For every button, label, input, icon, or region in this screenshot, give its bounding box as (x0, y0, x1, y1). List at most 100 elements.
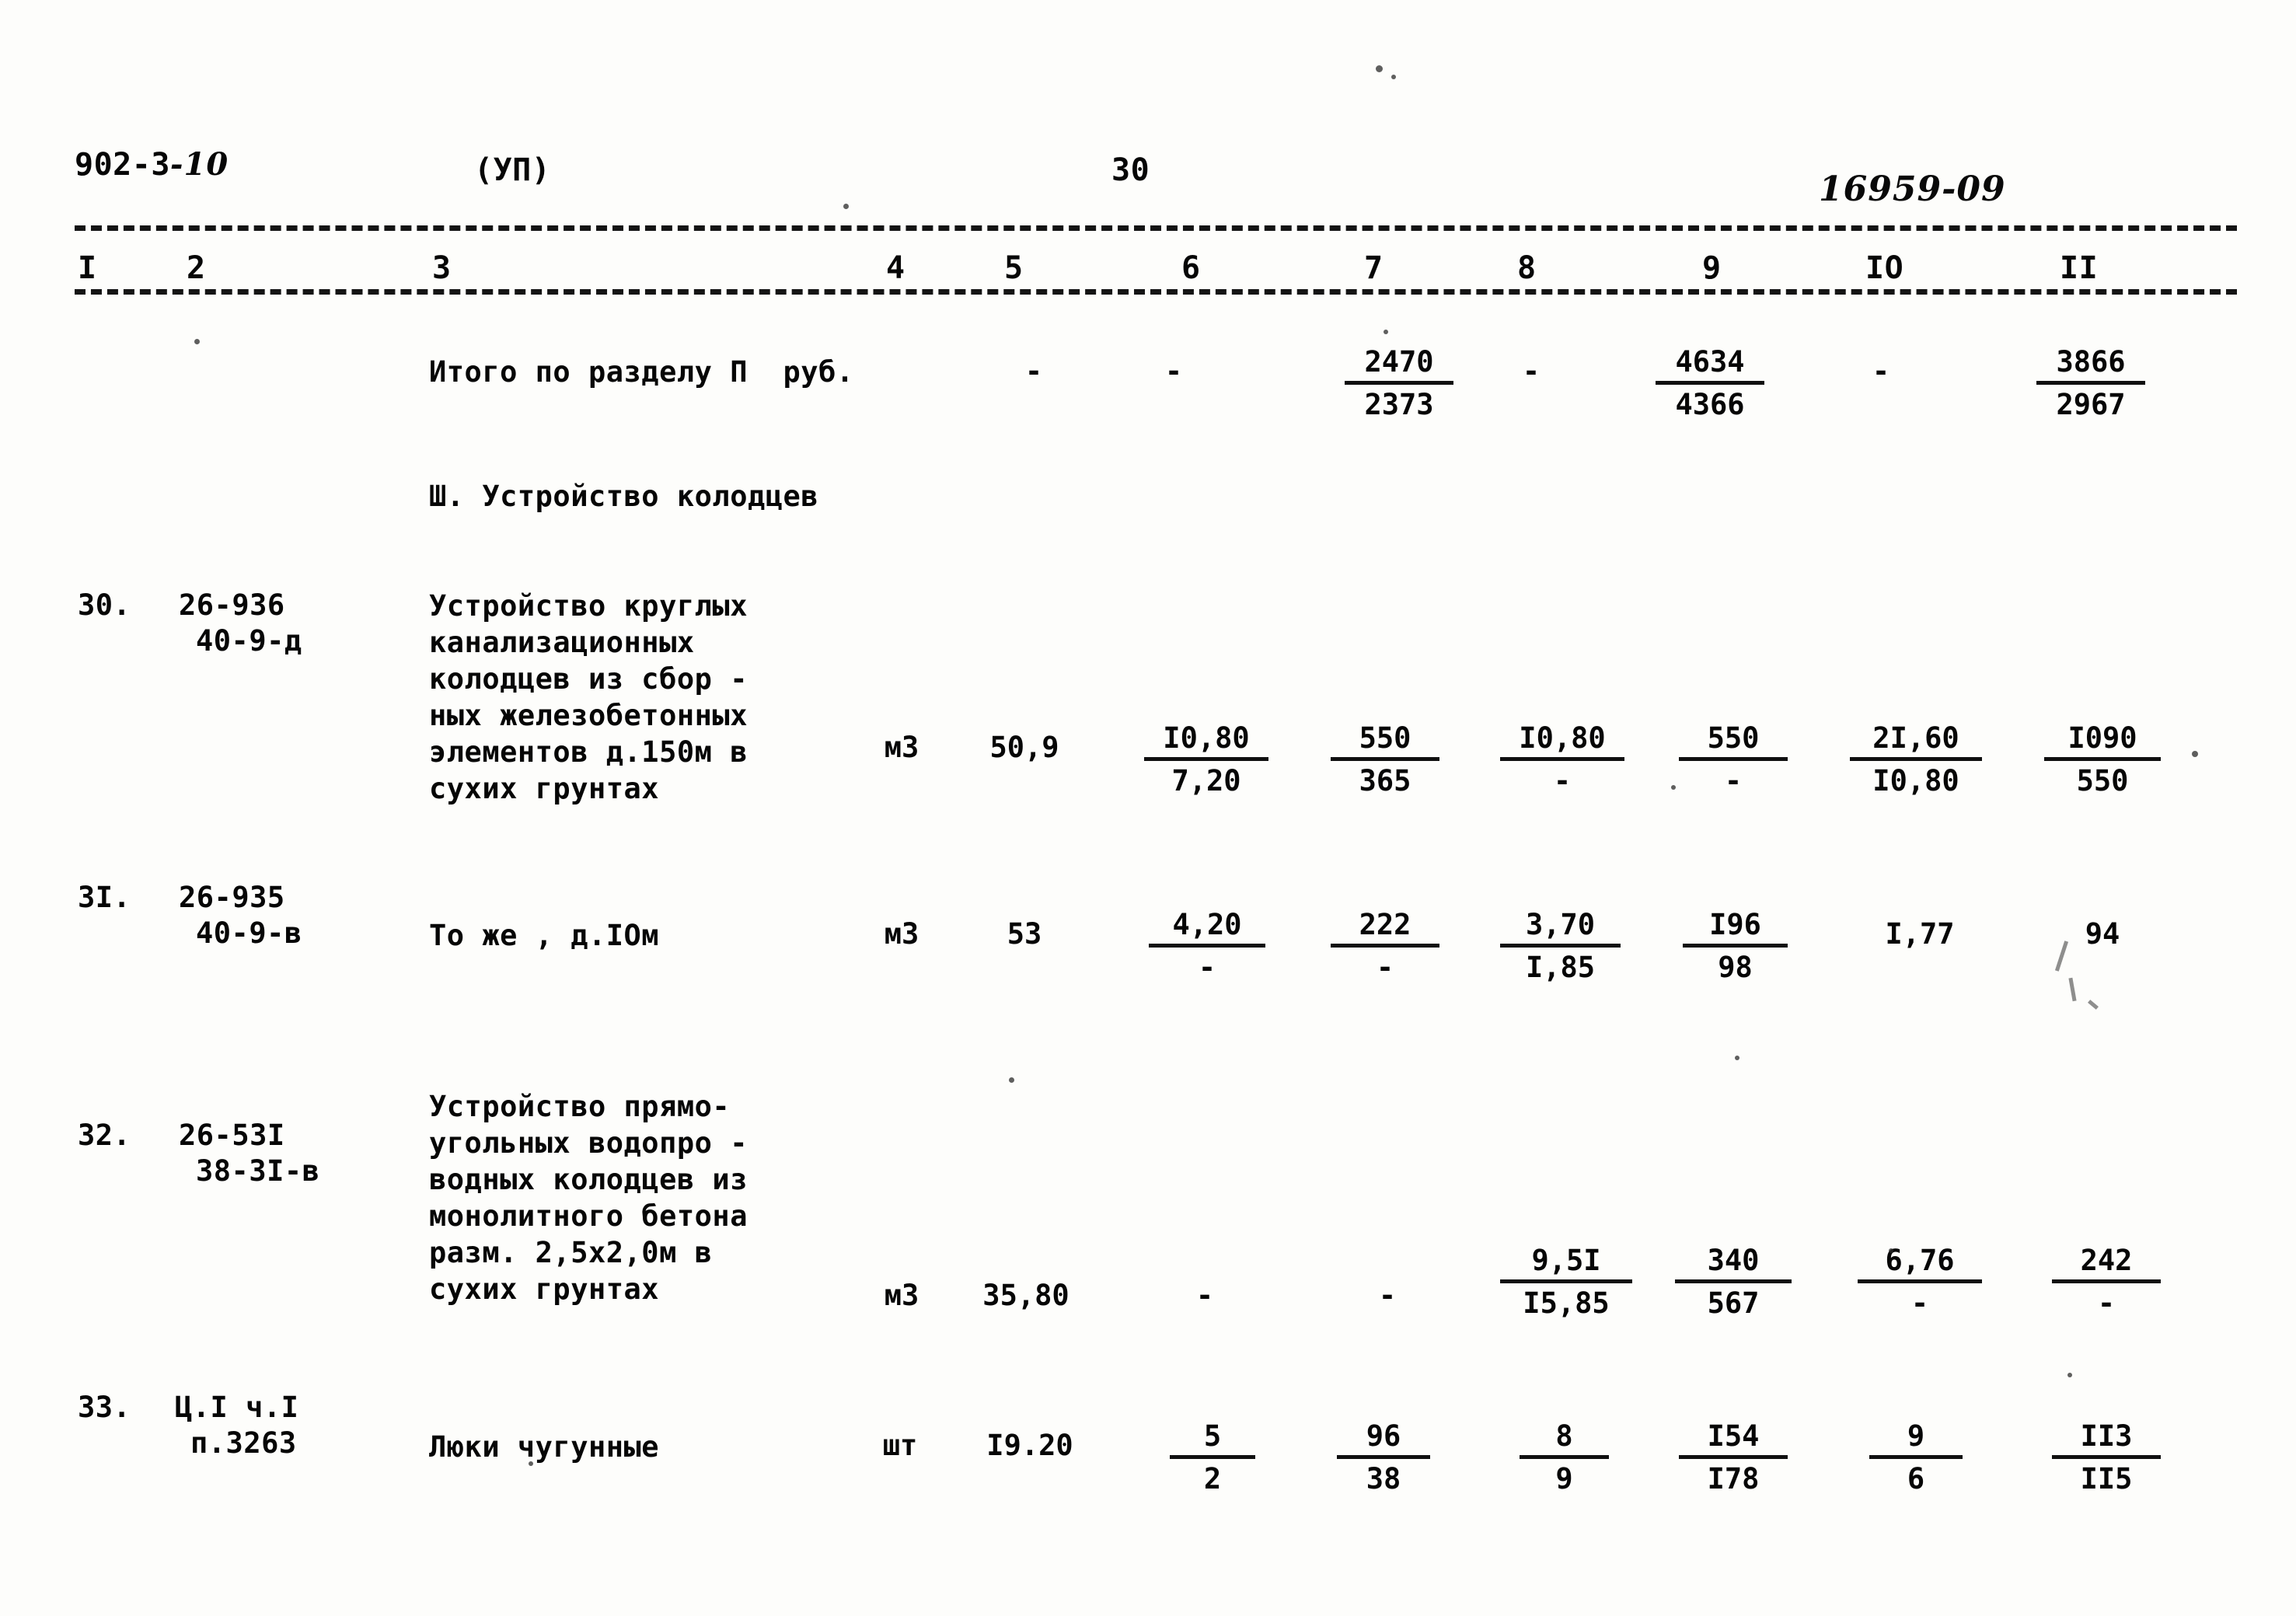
column-number-4: 4 (886, 250, 905, 286)
row-col6: I0,80 7,20 (1144, 721, 1268, 798)
scan-speck (1889, 1248, 1893, 1253)
row-col9-top: I54 (1679, 1419, 1788, 1459)
row-col10-bot: - (1910, 1286, 1929, 1320)
row-quantity: 35,80 (982, 1279, 1069, 1312)
row-col9-top: I96 (1683, 908, 1788, 948)
archive-number: 16959-09 (1819, 169, 2006, 209)
row-quantity: 53 (1007, 917, 1042, 951)
row-col6-bot: 7,20 (1171, 764, 1241, 798)
row-col9-top: 340 (1675, 1244, 1792, 1283)
row-number: 3I. (78, 881, 131, 914)
row-col6: 4,20 - (1149, 908, 1265, 985)
total-col10: - (1872, 354, 1890, 388)
row-col11-top: I090 (2044, 721, 2161, 761)
total-col11-bot: 2967 (2056, 388, 2126, 421)
row-col10-top: 2I,60 (1850, 721, 1982, 761)
row-col8-top: 9,5I (1500, 1244, 1632, 1283)
row-description-line: сухих грунтах (429, 1272, 660, 1306)
total-col7-bot: 2373 (1364, 388, 1434, 421)
row-col10: 2I,60 I0,80 (1850, 721, 1982, 798)
column-number-6: 6 (1181, 250, 1201, 286)
total-col11-top: 3866 (2036, 345, 2145, 385)
total-col8: - (1522, 354, 1541, 388)
row-col10-top: 6,76 (1858, 1244, 1982, 1283)
column-number-9: 9 (1702, 250, 1722, 286)
row-col11-top: 242 (2052, 1244, 2161, 1283)
row-quantity: I9.20 (986, 1429, 1073, 1462)
row-col10: 9 6 (1869, 1419, 1963, 1496)
row-col11-bot: 550 (2076, 764, 2129, 798)
row-col9: 550 - (1679, 721, 1788, 798)
row-description-line: элементов д.150м в (429, 735, 748, 769)
row-col11: II3 II5 (2052, 1419, 2161, 1496)
row-col6-bot: 2 (1203, 1462, 1222, 1496)
row-col8: 8 9 (1520, 1419, 1609, 1496)
total-col7-top: 2470 (1345, 345, 1453, 385)
row-col7-bot: 38 (1366, 1462, 1401, 1496)
row-col9-bot: 98 (1718, 951, 1753, 984)
row-description-line: водных колодцев из (429, 1163, 748, 1196)
column-number-8: 8 (1517, 250, 1537, 286)
column-number-1: I (78, 250, 97, 286)
row-col8-top: 8 (1520, 1419, 1609, 1459)
row-col9-top: 550 (1679, 721, 1788, 761)
row-description-line: угольных водопро - (429, 1126, 748, 1160)
scan-smudge (2088, 1000, 2099, 1010)
row-col8: I0,80 - (1500, 721, 1624, 798)
row-unit: м3 (884, 917, 919, 951)
table-rule-top (75, 225, 2237, 231)
row-col10: I,77 (1885, 917, 1955, 951)
row-unit: м3 (884, 1279, 919, 1312)
row-code-line1: Ц.I ч.I (175, 1391, 299, 1424)
row-col7-top: 222 (1331, 908, 1439, 948)
column-number-10: IO (1865, 250, 1904, 286)
scan-speck (1009, 1077, 1014, 1083)
scan-speck (194, 339, 200, 344)
row-col7: 222 - (1331, 908, 1439, 985)
total-col9-top: 4634 (1656, 345, 1764, 385)
row-description-line: канализационных (429, 626, 695, 659)
total-col6: - (1164, 354, 1183, 388)
total-col11: 3866 2967 (2036, 345, 2145, 422)
total-col7: 2470 2373 (1345, 345, 1453, 422)
scan-speck (1391, 75, 1396, 79)
row-col10-top: 9 (1869, 1419, 1963, 1459)
scan-speck (843, 204, 849, 209)
row-col7: 550 365 (1331, 721, 1439, 798)
scan-speck (529, 1461, 533, 1466)
scan-smudge (2068, 977, 2077, 1002)
row-col8-bot: - (1553, 764, 1572, 798)
row-col9: I96 98 (1683, 908, 1788, 985)
document-code-suffix: -10 (169, 146, 229, 183)
row-col8-bot: 9 (1555, 1462, 1573, 1496)
total-col4: - (1024, 354, 1043, 388)
row-code-line1: 26-53I (179, 1119, 285, 1152)
scan-speck (1376, 65, 1383, 72)
row-description-line: Люки чугунные (429, 1430, 660, 1464)
row-unit: шт (882, 1429, 918, 1462)
page-number: 30 (1111, 152, 1150, 188)
scan-speck (1671, 785, 1676, 790)
column-number-3: 3 (432, 250, 452, 286)
row-code-line2: п.3263 (190, 1426, 297, 1460)
row-code-line2: 40-9-д (196, 624, 302, 658)
column-number-11: II (2060, 250, 2099, 286)
column-number-2: 2 (187, 250, 206, 286)
row-col7-top: 96 (1337, 1419, 1430, 1459)
scan-speck (2067, 1373, 2072, 1377)
total-col9: 4634 4366 (1656, 345, 1764, 422)
row-col6-top: 5 (1170, 1419, 1255, 1459)
scan-speck (1735, 1056, 1739, 1060)
row-col9: 340 567 (1675, 1244, 1792, 1321)
column-number-5: 5 (1004, 250, 1024, 286)
row-col7: - (1378, 1279, 1397, 1312)
row-col7: 96 38 (1337, 1419, 1430, 1496)
row-col8-bot: I,85 (1525, 951, 1596, 984)
row-col6: 5 2 (1170, 1419, 1255, 1496)
row-description-line: Устройство прямо- (429, 1090, 731, 1123)
series-label: (УП) (474, 152, 551, 188)
row-code-line2: 40-9-в (196, 916, 302, 950)
row-col9-bot: I78 (1707, 1462, 1760, 1496)
row-col6-bot: - (1198, 951, 1216, 984)
row-col8: 9,5I I5,85 (1500, 1244, 1632, 1321)
